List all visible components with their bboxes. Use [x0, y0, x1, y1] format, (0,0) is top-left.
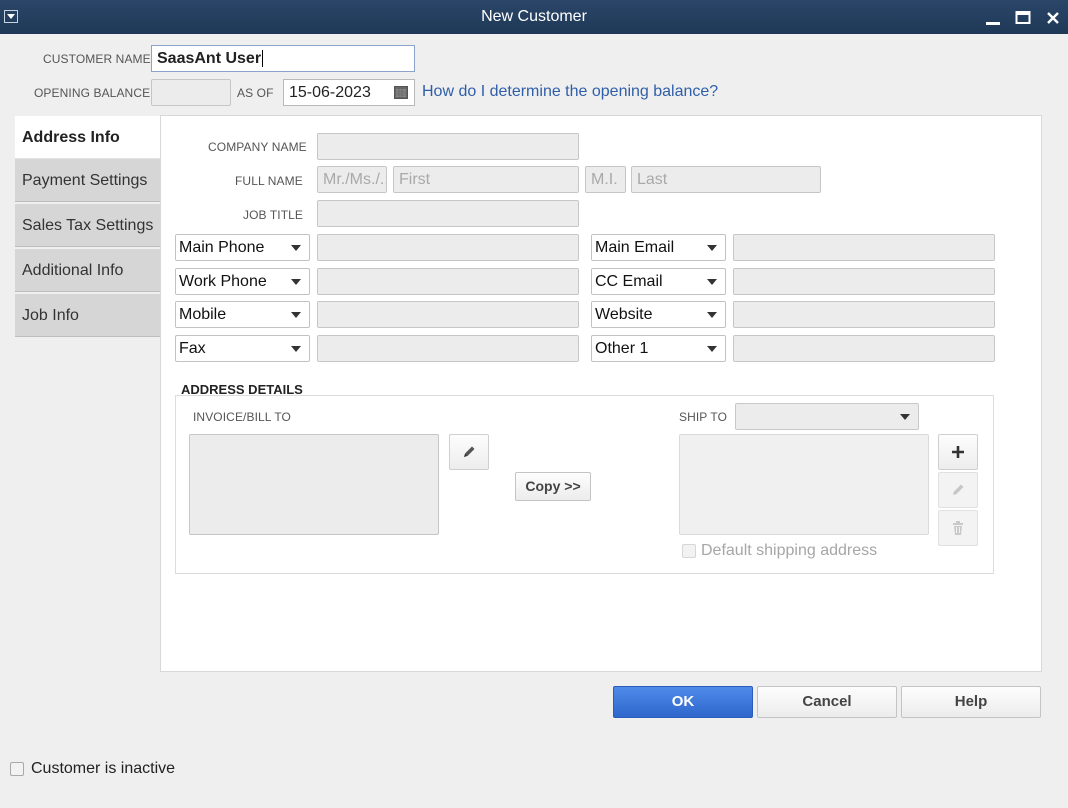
tab-additional-info[interactable]: Additional Info — [15, 249, 161, 292]
pencil-icon — [464, 446, 475, 457]
minimize-icon[interactable] — [983, 8, 1003, 28]
work-phone-input[interactable] — [317, 268, 579, 295]
calendar-icon[interactable] — [394, 85, 408, 99]
default-shipping-checkbox[interactable] — [682, 544, 696, 558]
tab-job-info[interactable]: Job Info — [15, 294, 161, 337]
close-icon[interactable] — [1043, 8, 1063, 28]
maximize-icon[interactable] — [1013, 8, 1033, 28]
opening-balance-input[interactable] — [151, 79, 231, 106]
chevron-down-icon — [291, 346, 301, 352]
mobile-input[interactable] — [317, 301, 579, 328]
tab-address-info[interactable]: Address Info — [15, 116, 161, 159]
phone-type-select-4[interactable]: Fax — [175, 335, 310, 362]
ship-to-address-box[interactable] — [679, 434, 929, 535]
fax-input[interactable] — [317, 335, 579, 362]
phone-type-select-1[interactable]: Main Phone — [175, 234, 310, 261]
ship-to-label: SHIP TO — [679, 410, 728, 424]
job-title-label: JOB TITLE — [243, 208, 304, 222]
job-title-input[interactable] — [317, 200, 579, 227]
customer-inactive-checkbox[interactable] — [10, 762, 24, 776]
ok-button[interactable]: OK — [613, 686, 753, 718]
pencil-icon — [953, 484, 964, 495]
default-shipping-label: Default shipping address — [701, 542, 878, 559]
other-1-input[interactable] — [733, 335, 995, 362]
opening-balance-help-link[interactable]: How do I determine the opening balance? — [422, 83, 718, 101]
window-title: New Customer — [481, 8, 587, 25]
first-name-input[interactable]: First — [393, 166, 579, 193]
ship-to-select[interactable] — [735, 403, 919, 430]
cc-email-input[interactable] — [733, 268, 995, 295]
chevron-down-icon — [900, 414, 910, 420]
cancel-button[interactable]: Cancel — [757, 686, 897, 718]
phone-type-select-3[interactable]: Mobile — [175, 301, 310, 328]
company-name-label: COMPANY NAME — [208, 140, 307, 154]
customer-name-label: CUSTOMER NAME — [43, 52, 151, 66]
customer-name-value: SaasAnt User — [157, 50, 262, 67]
phone-type-select-2[interactable]: Work Phone — [175, 268, 310, 295]
email-type-select-4[interactable]: Other 1 — [591, 335, 726, 362]
chevron-down-icon — [291, 245, 301, 251]
add-ship-to-button[interactable] — [938, 434, 978, 470]
email-type-select-3[interactable]: Website — [591, 301, 726, 328]
chevron-down-icon — [707, 346, 717, 352]
email-type-select-1[interactable]: Main Email — [591, 234, 726, 261]
as-of-date-value: 15-06-2023 — [289, 84, 371, 101]
middle-initial-input[interactable]: M.I. — [585, 166, 626, 193]
edit-bill-to-button[interactable] — [449, 434, 489, 470]
chevron-down-icon — [707, 279, 717, 285]
chevron-down-icon — [291, 312, 301, 318]
opening-balance-label: OPENING BALANCE — [34, 86, 151, 100]
main-phone-input[interactable] — [317, 234, 579, 261]
chevron-down-icon — [707, 245, 717, 251]
copy-address-button[interactable]: Copy >> — [515, 472, 591, 501]
plus-icon — [952, 446, 964, 458]
tab-payment-settings[interactable]: Payment Settings — [15, 159, 161, 202]
as-of-label: AS OF — [237, 86, 274, 100]
last-name-input[interactable]: Last — [631, 166, 821, 193]
full-name-label: FULL NAME — [235, 174, 303, 188]
salutation-input[interactable]: Mr./Ms./... — [317, 166, 387, 193]
email-type-select-2[interactable]: CC Email — [591, 268, 726, 295]
chevron-down-icon — [291, 279, 301, 285]
help-button[interactable]: Help — [901, 686, 1041, 718]
customer-name-input[interactable]: SaasAnt User — [151, 45, 415, 72]
trash-icon — [953, 521, 963, 535]
text-cursor — [262, 50, 264, 68]
chevron-down-icon — [707, 312, 717, 318]
tab-sales-tax-settings[interactable]: Sales Tax Settings — [15, 204, 161, 247]
bill-to-address-box[interactable] — [189, 434, 439, 535]
company-name-input[interactable] — [317, 133, 579, 160]
main-email-input[interactable] — [733, 234, 995, 261]
edit-ship-to-button[interactable] — [938, 472, 978, 508]
customer-inactive-label: Customer is inactive — [31, 760, 176, 777]
delete-ship-to-button[interactable] — [938, 510, 978, 546]
bill-to-label: INVOICE/BILL TO — [193, 410, 291, 424]
website-input[interactable] — [733, 301, 995, 328]
